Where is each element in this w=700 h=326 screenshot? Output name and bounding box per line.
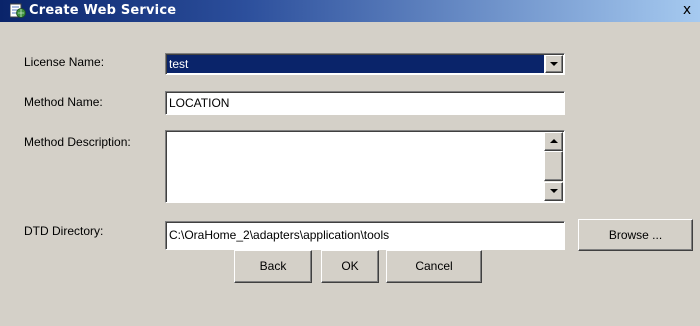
close-icon: x — [682, 2, 692, 18]
cancel-button[interactable]: Cancel — [386, 250, 482, 283]
chevron-down-icon — [546, 56, 562, 72]
method-name-value: LOCATION — [169, 96, 230, 110]
method-description-scrollbar[interactable] — [544, 132, 563, 201]
ok-button[interactable]: OK — [321, 250, 379, 283]
license-name-dropdown-button[interactable] — [545, 55, 563, 73]
chevron-up-icon — [545, 133, 562, 150]
license-name-combobox[interactable]: test — [165, 53, 565, 75]
scroll-thumb[interactable] — [544, 151, 563, 181]
title-bar[interactable]: Create Web Service x — [0, 0, 700, 22]
scroll-down-button[interactable] — [544, 182, 563, 201]
dtd-directory-label: DTD Directory: — [24, 224, 104, 238]
method-name-field[interactable]: LOCATION — [165, 91, 565, 115]
back-button[interactable]: Back — [234, 250, 312, 283]
method-description-textarea[interactable] — [165, 130, 565, 203]
web-service-app-icon — [9, 3, 26, 19]
license-name-selected-value: test — [167, 55, 544, 73]
dtd-directory-value: C:\OraHome_2\adapters\application\tools — [169, 228, 390, 242]
scroll-up-button[interactable] — [544, 132, 563, 151]
dialog-title: Create Web Service — [29, 3, 177, 18]
browse-button[interactable]: Browse ... — [578, 219, 693, 251]
close-button[interactable]: x — [677, 1, 697, 20]
chevron-down-icon — [545, 183, 562, 200]
method-name-label: Method Name: — [24, 95, 103, 109]
dtd-directory-field[interactable]: C:\OraHome_2\adapters\application\tools — [165, 221, 565, 250]
license-name-label: License Name: — [24, 55, 105, 69]
method-description-label: Method Description: — [24, 135, 131, 149]
